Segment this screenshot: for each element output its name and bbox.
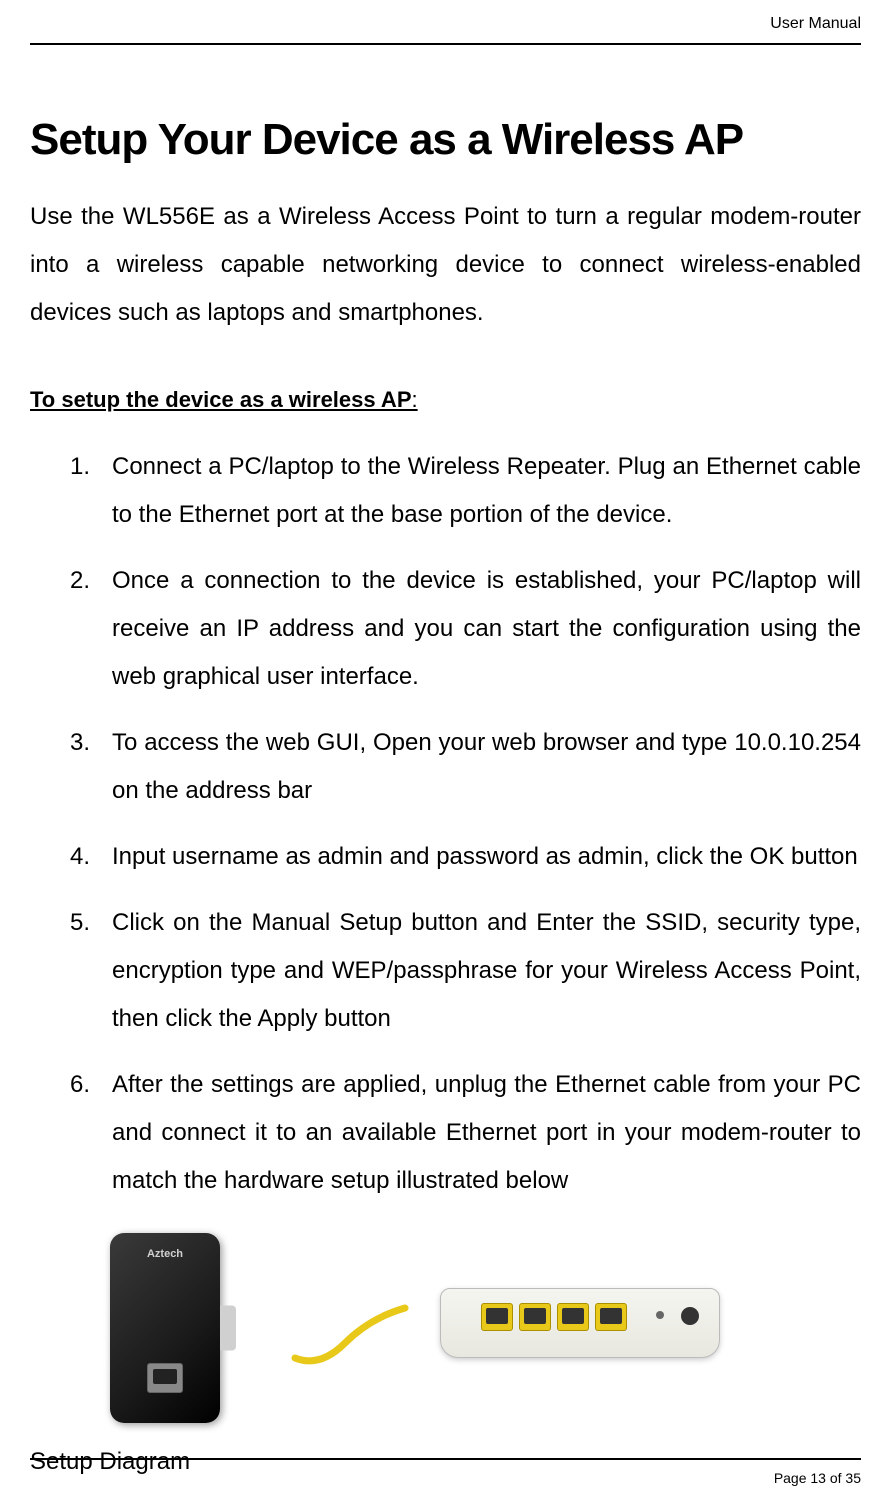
step-item: Connect a PC/laptop to the Wireless Repe… <box>70 443 861 539</box>
intro-paragraph: Use the WL556E as a Wireless Access Poin… <box>30 193 861 337</box>
router-power-icon <box>681 1307 699 1325</box>
router-port-icon <box>557 1303 589 1331</box>
sub-heading-colon: : <box>412 387 418 412</box>
router-port-icon <box>595 1303 627 1331</box>
router-port-icon <box>519 1303 551 1331</box>
step-item: Input username as admin and password as … <box>70 833 861 881</box>
sub-heading: To setup the device as a wireless AP: <box>30 387 861 413</box>
step-item: To access the web GUI, Open your web bro… <box>70 719 861 815</box>
header: User Manual <box>30 0 861 45</box>
header-doc-title: User Manual <box>770 15 861 32</box>
step-item: Once a connection to the device is estab… <box>70 557 861 701</box>
steps-list: Connect a PC/laptop to the Wireless Repe… <box>30 443 861 1205</box>
step-item: Click on the Manual Setup button and Ent… <box>70 899 861 1043</box>
page-heading: Setup Your Device as a Wireless AP <box>30 115 861 165</box>
router-button-icon <box>656 1311 664 1319</box>
setup-diagram: Aztech <box>110 1223 730 1443</box>
footer-page-number: Page 13 of 35 <box>774 1470 861 1486</box>
sub-heading-text: To setup the device as a wireless AP <box>30 387 412 412</box>
ethernet-port-icon <box>147 1363 183 1393</box>
footer: Page 13 of 35 <box>30 1458 861 1488</box>
repeater-device-icon: Aztech <box>110 1233 260 1433</box>
ethernet-cable-icon <box>290 1293 410 1373</box>
router-port-icon <box>481 1303 513 1331</box>
step-item: After the settings are applied, unplug t… <box>70 1061 861 1205</box>
power-plug-icon <box>220 1306 236 1351</box>
repeater-brand-label: Aztech <box>110 1248 220 1260</box>
router-device-icon <box>440 1288 720 1378</box>
